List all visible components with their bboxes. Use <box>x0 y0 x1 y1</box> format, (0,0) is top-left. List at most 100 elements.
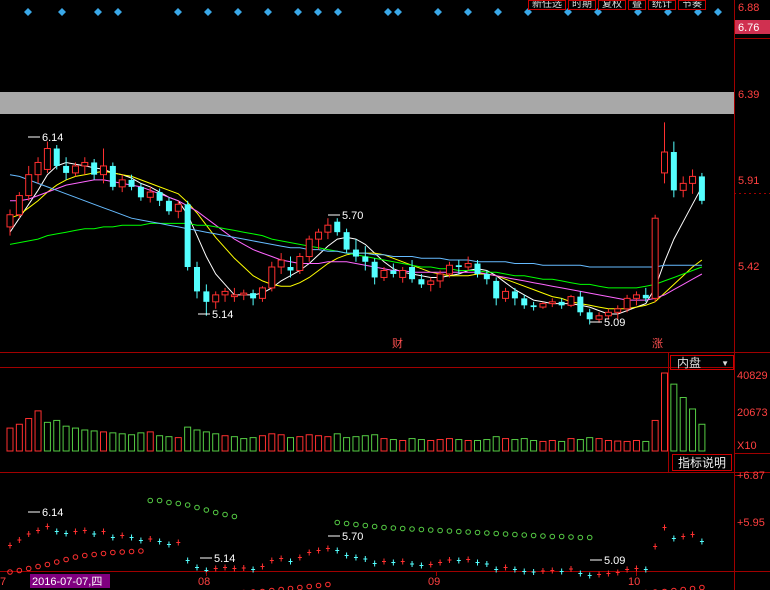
candle-body-26 <box>250 293 257 299</box>
candle-body-32 <box>305 238 313 258</box>
sar-dot-10 <box>100 550 107 557</box>
candle-body-54 <box>511 291 518 299</box>
candle-body-46 <box>436 273 444 282</box>
candle-body-23 <box>221 290 229 296</box>
date-tick-7: 7 <box>0 576 6 588</box>
diamond-marker-15 <box>494 8 502 16</box>
sar-dot-15 <box>147 497 154 504</box>
diamond-marker-4 <box>174 8 182 16</box>
candle-body-34 <box>324 224 332 233</box>
volume-bar-1 <box>15 423 23 452</box>
high-label-1: 6.14 <box>42 132 63 144</box>
indicator-explain-button[interactable]: 指标说明 <box>672 454 732 471</box>
candle-body-72 <box>679 182 687 191</box>
sar-dot-31 <box>297 584 303 590</box>
volume-bar-18 <box>174 437 182 452</box>
volume-bar-36 <box>343 437 351 452</box>
volume-bar-3 <box>34 410 42 452</box>
candle-body-14 <box>137 186 144 198</box>
volume-bars <box>6 372 706 452</box>
toolbar-btn-select[interactable]: 新任选 <box>528 0 566 10</box>
event-label-finance: 财 <box>392 336 403 350</box>
diamond-marker-1 <box>58 8 66 16</box>
sar-dot-52 <box>493 530 500 537</box>
volume-bar-38 <box>361 435 369 452</box>
sar-dot-33 <box>315 582 322 589</box>
toolbar-btn-adjust[interactable]: 复权 <box>598 0 626 10</box>
volume-bar-48 <box>455 439 463 452</box>
volume-bar-33 <box>315 435 323 452</box>
candle-body-62 <box>586 312 593 320</box>
candle-body-74 <box>698 176 705 201</box>
sar-dot-16 <box>156 497 163 504</box>
date-cursor-label: 2016-07-07,四 <box>32 576 102 588</box>
candle-body-33 <box>315 231 323 240</box>
sar-dot-37 <box>353 521 359 528</box>
toolbar-btn-overlay[interactable]: 叠 <box>628 0 646 10</box>
volume-bar-41 <box>389 439 397 452</box>
volume-bar-61 <box>576 439 584 452</box>
sar-dot-41 <box>390 525 397 531</box>
candle-body-53 <box>502 290 510 299</box>
volume-bar-67 <box>632 439 640 452</box>
sar-dot-38 <box>362 522 369 529</box>
stock-chart[interactable]: 6.88 6.76 6.39 5.91 5.42 6.14 5.70 5.14 … <box>0 0 770 590</box>
candle-body-17 <box>165 200 172 212</box>
candle-body-69 <box>651 217 659 299</box>
volume-bar-31 <box>296 436 304 452</box>
low-label-2: 5.09 <box>604 317 625 329</box>
high-label-2: 5.70 <box>342 210 363 222</box>
volume-bar-16 <box>156 435 164 452</box>
candle-body-36 <box>343 232 350 250</box>
volume-bar-11 <box>109 432 117 452</box>
candle-body-42 <box>399 269 407 278</box>
volume-bar-34 <box>324 436 332 452</box>
sar-dot-49 <box>465 529 471 535</box>
volume-bar-51 <box>483 439 491 452</box>
toolbar-btn-period[interactable]: 时期 <box>568 0 596 10</box>
sar-dot-53 <box>502 531 509 537</box>
sar-dot-39 <box>371 523 378 530</box>
volume-bar-12 <box>118 433 126 452</box>
toolbar-btn-rhythm[interactable]: 节奏 <box>678 0 706 10</box>
diamond-marker-7 <box>264 8 272 16</box>
sar-dot-61 <box>577 534 584 541</box>
candle-body-20 <box>194 267 200 292</box>
volume-type-dropdown[interactable]: 内盘 ▼ <box>670 355 734 370</box>
volume-bar-63 <box>595 438 603 452</box>
sar-dot-1 <box>16 567 23 574</box>
sar-dot-14 <box>138 548 144 554</box>
candle-body-51 <box>483 273 490 280</box>
sar-dot-9 <box>91 551 97 558</box>
candle-body-52 <box>493 280 500 299</box>
price-tick-542: 5.42 <box>738 261 759 273</box>
volume-bar-27 <box>258 435 266 452</box>
volume-bar-68 <box>642 440 650 452</box>
ind-label-3: 5.14 <box>214 553 235 565</box>
sar-dot-45 <box>427 527 434 533</box>
candle-body-8 <box>81 161 89 167</box>
price-tick-676: 6.76 <box>738 22 759 34</box>
candle-body-48 <box>455 265 462 267</box>
candle-body-7 <box>71 165 79 174</box>
date-axis: 7 2016-07-07,四 08 09 10 <box>0 572 640 588</box>
date-tick-09: 09 <box>428 576 440 588</box>
candle-body-38 <box>362 256 369 262</box>
candle-body-58 <box>548 301 556 305</box>
candle-body-29 <box>277 259 285 268</box>
price-tick-688: 6.88 <box>738 2 759 14</box>
sar-dot-8 <box>82 552 88 559</box>
candle-body-1 <box>15 195 23 216</box>
candle-body-25 <box>240 292 248 296</box>
volume-bar-69 <box>651 419 659 452</box>
volume-bar-8 <box>81 429 89 452</box>
toolbar-btn-stats[interactable]: 统计 <box>648 0 676 10</box>
sar-dot-35 <box>334 519 341 526</box>
sar-dot-47 <box>446 528 453 534</box>
diamond-marker-8 <box>294 8 302 16</box>
candlesticks <box>6 122 705 325</box>
candle-body-6 <box>63 165 70 173</box>
candle-body-43 <box>409 267 416 280</box>
volume-bar-45 <box>427 439 435 452</box>
volume-bar-30 <box>287 437 294 452</box>
